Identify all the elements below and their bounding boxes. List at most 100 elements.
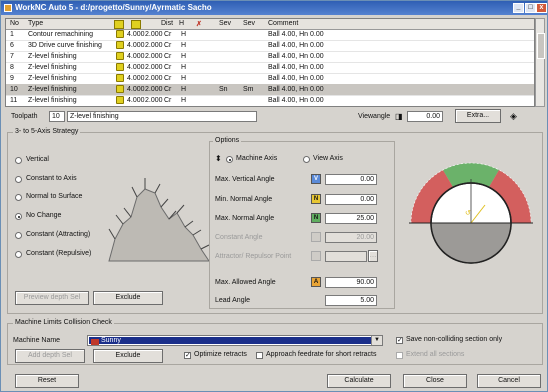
radio-vertical[interactable]	[15, 157, 22, 164]
col-header-sev1[interactable]: Sev	[219, 20, 231, 27]
scrollbar-thumb[interactable]	[537, 33, 545, 59]
cell-type: Z-level finishing	[28, 86, 77, 93]
cell-no: 8	[10, 64, 14, 71]
table-row[interactable]: 11 Z-level finishing 4.000 2.000 Cr H Ba…	[6, 95, 534, 106]
viewangle-icon: ◨	[395, 112, 403, 121]
radio-normal-to-surface-label: Normal to Surface	[26, 193, 83, 200]
radio-constant-to-axis-label: Constant to Axis	[26, 175, 77, 182]
cell-v1: 4.000	[127, 86, 145, 93]
cancel-button[interactable]: Cancel	[477, 374, 541, 388]
max-allowed-angle-field[interactable]: 90.00	[325, 277, 377, 288]
close-dialog-button[interactable]: Close	[403, 374, 467, 388]
attractor-point-field[interactable]	[325, 251, 367, 262]
extra-button[interactable]: Extra...	[455, 109, 501, 123]
viewangle-field[interactable]: 0.00	[407, 111, 443, 122]
axis-arrows-icon: ⬍	[215, 154, 222, 163]
radio-constant-attracting[interactable]	[15, 232, 22, 239]
tool-icon	[116, 30, 124, 38]
strategy-preview-image	[108, 178, 210, 262]
col-header-no[interactable]: No	[10, 20, 19, 27]
tool-icon	[116, 85, 124, 93]
collision-exclude-button[interactable]: Exclude	[93, 349, 163, 363]
toolpath-name-field: Z-level finishing	[67, 111, 257, 122]
cell-type: Contour remachining	[28, 31, 93, 38]
toolpath-list-scrollbar[interactable]	[535, 18, 545, 107]
chevron-down-icon[interactable]: ▼	[371, 336, 382, 345]
radio-vertical-label: Vertical	[26, 156, 49, 163]
cell-v4: H	[181, 97, 187, 104]
col-header-sev2[interactable]: Sev	[243, 20, 255, 27]
radio-no-change-label: No Change	[26, 212, 62, 219]
radio-constant-repulsive[interactable]	[15, 251, 22, 258]
cell-s1: Sn	[219, 86, 228, 93]
approach-feedrate-label: Approach feedrate for short retracts	[266, 351, 377, 358]
cell-s2: Sm	[243, 86, 254, 93]
min-normal-angle-field[interactable]: 0.00	[325, 194, 377, 205]
attractor-badge-icon	[311, 251, 321, 261]
cell-v4: H	[181, 31, 187, 38]
cell-no: 9	[10, 75, 14, 82]
minimize-button[interactable]: _	[513, 3, 524, 13]
constant-angle-field[interactable]: 20.00	[325, 232, 377, 243]
approach-feedrate-checkbox[interactable]	[256, 352, 263, 359]
cell-v3: Cr	[164, 64, 172, 71]
lead-angle-field[interactable]: 5.00	[325, 295, 377, 306]
strategy-exclude-button[interactable]: Exclude	[93, 291, 163, 305]
cell-v3: Cr	[164, 97, 172, 104]
constant-angle-label: Constant Angle	[215, 234, 263, 241]
cell-type: Z-level finishing	[28, 97, 77, 104]
col-header-x-icon[interactable]: ✗	[196, 20, 202, 28]
tool-icon	[116, 96, 124, 104]
col-header-comment[interactable]: Comment	[268, 20, 298, 27]
cell-comment: Ball 4.00, Hn 0.00	[268, 53, 324, 60]
cell-v1: 4.000	[127, 97, 145, 104]
cell-v3: Cr	[164, 53, 172, 60]
auto5-dialog: WorkNC Auto 5 - d:/progetto/Sunny/Ayrmat…	[0, 0, 548, 392]
cell-comment: Ball 4.00, Hn 0.00	[268, 31, 324, 38]
radio-machine-axis[interactable]	[226, 156, 233, 163]
cell-v4: H	[181, 75, 187, 82]
cell-no: 1	[10, 31, 14, 38]
help-icon[interactable]: ◈	[510, 111, 517, 122]
lead-angle-label: Lead Angle	[215, 297, 251, 304]
radio-view-axis-label: View Axis	[313, 155, 343, 162]
cell-v2: 2.000	[145, 31, 163, 38]
min-normal-angle-label: Min. Normal Angle	[215, 196, 273, 203]
toolpath-list[interactable]: No Type Dist H ✗ Sev Sev Comment 1 Conto…	[5, 18, 535, 107]
toolpath-label: Toolpath	[11, 113, 38, 120]
cell-type: Z-level finishing	[28, 53, 77, 60]
save-noncolliding-label: Save non-colliding section only	[406, 336, 503, 343]
save-noncolliding-checkbox[interactable]: ✓	[396, 337, 403, 344]
optimize-retracts-checkbox[interactable]: ✓	[184, 352, 191, 359]
col-header-h[interactable]: H	[179, 20, 184, 27]
max-vertical-angle-field[interactable]: 0.00	[325, 174, 377, 185]
max-normal-angle-field[interactable]: 25.00	[325, 213, 377, 224]
extend-sections-checkbox[interactable]	[396, 352, 403, 359]
extend-sections-label: Extend all sections	[406, 351, 465, 358]
a-badge-icon: A	[311, 277, 321, 287]
add-depth-button[interactable]: Add depth Sel	[15, 349, 85, 363]
radio-normal-to-surface[interactable]	[15, 194, 22, 201]
radio-view-axis[interactable]	[303, 156, 310, 163]
radio-constant-to-axis[interactable]	[15, 176, 22, 183]
cell-v3: Cr	[164, 86, 172, 93]
reset-button[interactable]: Reset	[15, 374, 79, 388]
radio-no-change[interactable]	[15, 213, 22, 220]
col-header-type[interactable]: Type	[28, 20, 43, 27]
close-button[interactable]: x	[536, 3, 547, 13]
n-min-badge-icon: N	[311, 194, 321, 204]
cell-comment: Ball 4.00, Hn 0.00	[268, 42, 324, 49]
cell-v2: 2.000	[145, 53, 163, 60]
maximize-button[interactable]: □	[525, 3, 536, 13]
attractor-browse-button[interactable]: …	[368, 250, 378, 262]
preview-depth-button[interactable]: Preview depth Sel	[15, 291, 89, 305]
col-header-tool-icon[interactable]	[114, 20, 124, 29]
window-title: WorkNC Auto 5 - d:/progetto/Sunny/Ayrmat…	[15, 3, 212, 12]
machine-name-select[interactable]: Sunny ▼	[87, 335, 383, 346]
cell-v4: H	[181, 64, 187, 71]
col-header-dist[interactable]: Dist	[161, 20, 173, 27]
cell-type: 3D Drive curve finishing	[28, 42, 102, 49]
calculate-button[interactable]: Calculate	[327, 374, 391, 388]
cell-v1: 4.000	[127, 64, 145, 71]
col-header-tool2-icon[interactable]	[131, 20, 141, 29]
